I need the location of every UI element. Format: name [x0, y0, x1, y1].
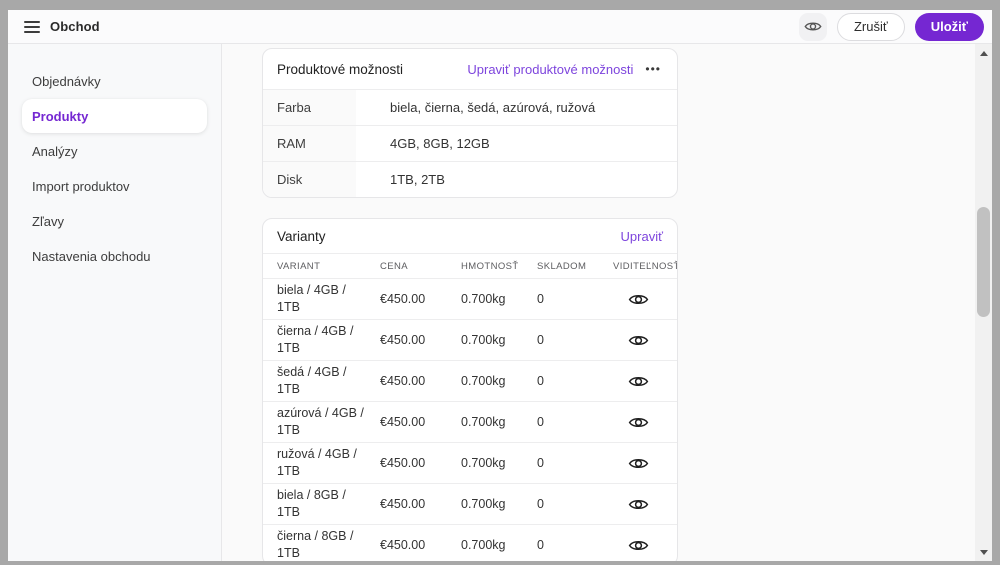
variant-weight: 0.700kg	[461, 497, 506, 511]
variant-stock: 0	[537, 292, 544, 306]
visibility-toggle-button[interactable]	[613, 456, 663, 471]
preview-button[interactable]	[798, 12, 827, 41]
main-content: Produktové možnosti Upraviť produktové m…	[222, 44, 975, 561]
variant-row: čierna / 8GB / 1TB €450.00 0.700kg 0	[263, 524, 677, 561]
option-value: biela, čierna, šedá, azúrová, ružová	[390, 100, 596, 115]
eye-icon	[628, 333, 649, 348]
top-bar: Obchod Zrušiť Uložiť	[8, 10, 992, 44]
vertical-scrollbar[interactable]	[975, 44, 992, 561]
variant-row: ružová / 4GB / 1TB €450.00 0.700kg 0	[263, 442, 677, 483]
eye-icon	[628, 456, 649, 471]
option-label: RAM	[263, 126, 356, 161]
variant-price: €450.00	[380, 292, 426, 306]
variants-card: Varianty Upraviť Variant Cena Hmotnosť S…	[262, 218, 678, 561]
topbar-actions: Zrušiť Uložiť	[798, 12, 984, 41]
variant-name: biela / 8GB / 1TB	[277, 487, 346, 520]
scrollbar-thumb[interactable]	[977, 207, 990, 317]
product-options-card: Produktové možnosti Upraviť produktové m…	[262, 48, 678, 198]
variant-name: šedá / 4GB / 1TB	[277, 364, 347, 397]
eye-icon	[628, 497, 649, 512]
sidebar-item-nastavenia-obchodu[interactable]: Nastavenia obchodu	[22, 239, 207, 273]
variants-card-title: Varianty	[277, 228, 326, 244]
edit-product-options-link[interactable]: Upraviť produktové možnosti	[467, 62, 633, 77]
variant-stock: 0	[537, 415, 544, 429]
variant-stock: 0	[537, 497, 544, 511]
column-header-hmotnost: Hmotnosť	[461, 260, 519, 272]
variant-weight: 0.700kg	[461, 374, 506, 388]
sidebar: Objednávky Produkty Analýzy Import produ…	[8, 44, 222, 561]
variant-name: ružová / 4GB / 1TB	[277, 446, 357, 479]
variant-name: čierna / 8GB / 1TB	[277, 528, 354, 561]
eye-icon	[628, 292, 649, 307]
eye-icon	[628, 374, 649, 389]
variant-price: €450.00	[380, 456, 426, 470]
cancel-button[interactable]: Zrušiť	[836, 12, 905, 41]
variant-name: azúrová / 4GB / 1TB	[277, 405, 364, 438]
eye-icon	[804, 20, 822, 33]
sidebar-item-objednavky[interactable]: Objednávky	[22, 64, 207, 98]
option-row: Farba biela, čierna, šedá, azúrová, ružo…	[263, 89, 677, 125]
column-header-viditelnost: Viditeľnosť	[613, 260, 678, 272]
save-button[interactable]: Uložiť	[914, 12, 984, 41]
page-title: Obchod	[50, 19, 100, 34]
option-value: 1TB, 2TB	[390, 172, 445, 187]
option-row: RAM 4GB, 8GB, 12GB	[263, 125, 677, 161]
variants-table-header: Variant Cena Hmotnosť Skladom Viditeľnos…	[263, 253, 677, 278]
variant-row: azúrová / 4GB / 1TB €450.00 0.700kg 0	[263, 401, 677, 442]
option-row: Disk 1TB, 2TB	[263, 161, 677, 197]
variant-weight: 0.700kg	[461, 415, 506, 429]
variant-weight: 0.700kg	[461, 292, 506, 306]
menu-icon[interactable]	[24, 20, 40, 33]
variant-price: €450.00	[380, 415, 426, 429]
visibility-toggle-button[interactable]	[613, 374, 663, 389]
sidebar-item-produkty[interactable]: Produkty	[22, 99, 207, 133]
visibility-toggle-button[interactable]	[613, 415, 663, 430]
option-label: Farba	[263, 90, 356, 125]
variant-stock: 0	[537, 374, 544, 388]
variant-stock: 0	[537, 456, 544, 470]
variant-price: €450.00	[380, 333, 426, 347]
option-label: Disk	[263, 162, 356, 197]
sidebar-item-zlavy[interactable]: Zľavy	[22, 204, 207, 238]
variant-weight: 0.700kg	[461, 538, 506, 552]
options-card-title: Produktové možnosti	[277, 61, 404, 77]
variant-weight: 0.700kg	[461, 333, 506, 347]
app-window: Obchod Zrušiť Uložiť Objednávky Produkty…	[8, 10, 992, 561]
variant-weight: 0.700kg	[461, 456, 506, 470]
eye-icon	[628, 415, 649, 430]
more-options-icon[interactable]: •••	[645, 63, 663, 75]
visibility-toggle-button[interactable]	[613, 497, 663, 512]
variant-price: €450.00	[380, 374, 426, 388]
visibility-toggle-button[interactable]	[613, 538, 663, 553]
variant-price: €450.00	[380, 538, 426, 552]
variant-stock: 0	[537, 333, 544, 347]
scroll-up-arrow-icon[interactable]	[975, 46, 992, 60]
variant-stock: 0	[537, 538, 544, 552]
variant-row: čierna / 4GB / 1TB €450.00 0.700kg 0	[263, 319, 677, 360]
column-header-skladom: Skladom	[537, 260, 587, 272]
variant-row: biela / 4GB / 1TB €450.00 0.700kg 0	[263, 278, 677, 319]
variant-row: biela / 8GB / 1TB €450.00 0.700kg 0	[263, 483, 677, 524]
variant-name: biela / 4GB / 1TB	[277, 282, 346, 315]
variant-row: šedá / 4GB / 1TB €450.00 0.700kg 0	[263, 360, 677, 401]
sidebar-item-import-produktov[interactable]: Import produktov	[22, 169, 207, 203]
column-header-cena: Cena	[380, 260, 408, 272]
sidebar-item-analyzy[interactable]: Analýzy	[22, 134, 207, 168]
variant-name: čierna / 4GB / 1TB	[277, 323, 354, 356]
visibility-toggle-button[interactable]	[613, 333, 663, 348]
variant-price: €450.00	[380, 497, 426, 511]
option-value: 4GB, 8GB, 12GB	[390, 136, 490, 151]
edit-variants-link[interactable]: Upraviť	[621, 229, 663, 244]
eye-icon	[628, 538, 649, 553]
scroll-down-arrow-icon[interactable]	[975, 545, 992, 559]
column-header-variant: Variant	[277, 260, 321, 272]
visibility-toggle-button[interactable]	[613, 292, 663, 307]
